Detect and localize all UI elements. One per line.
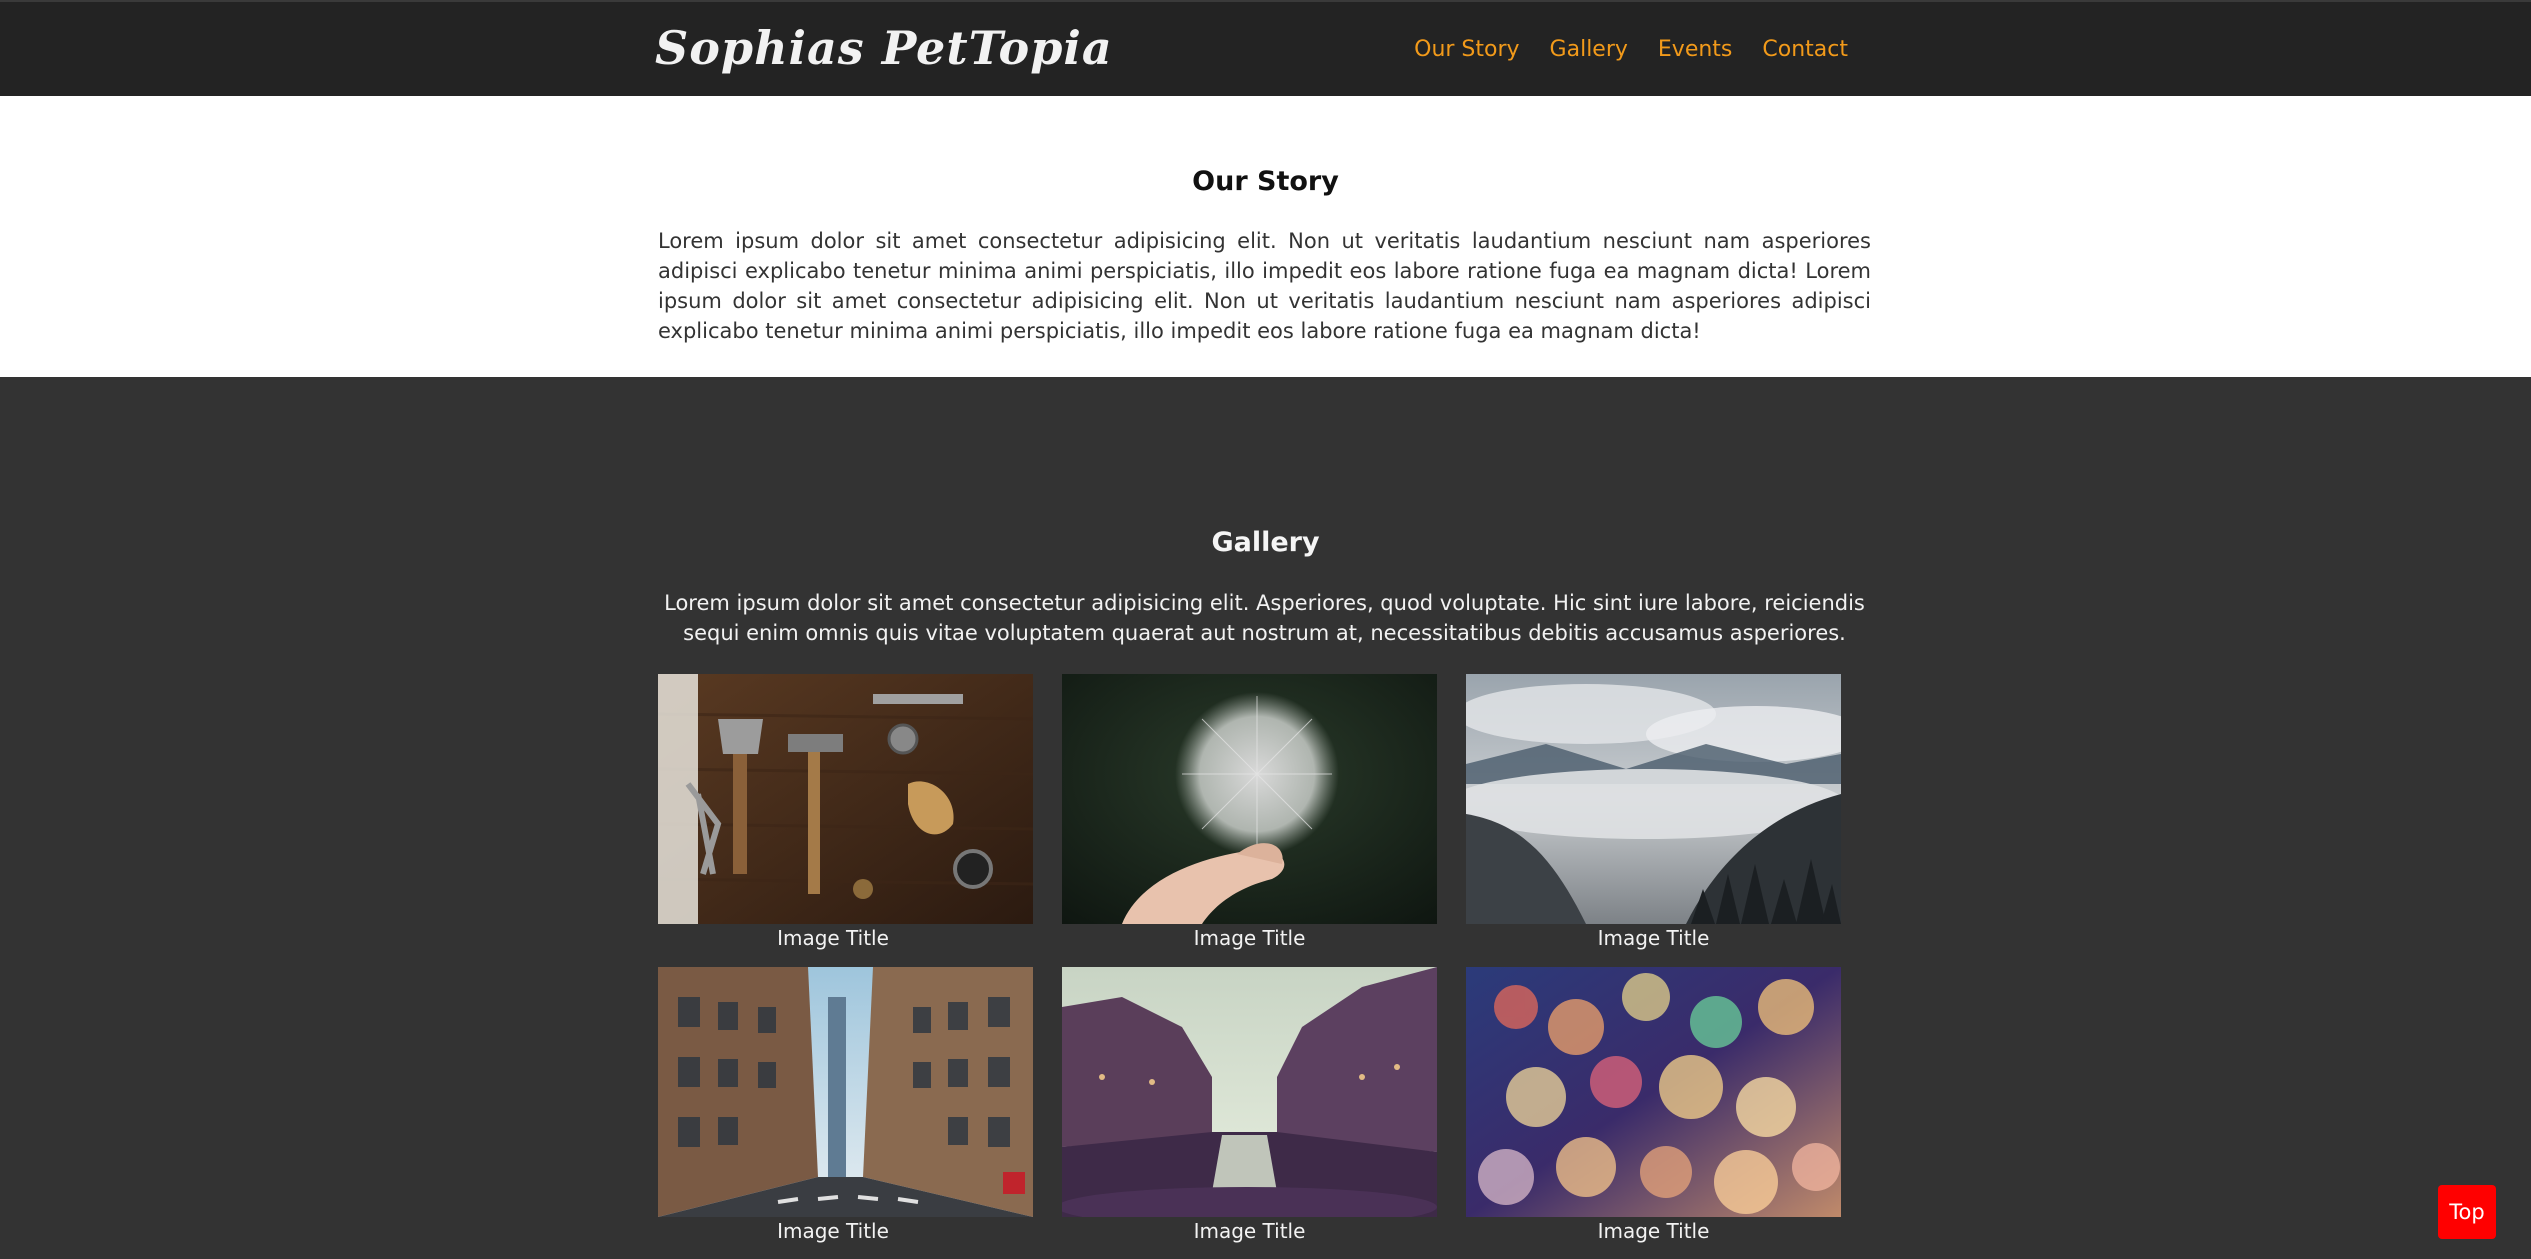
story-heading: Our Story (1192, 166, 1339, 197)
back-to-top-button[interactable]: Top (2438, 1185, 2496, 1239)
gallery-item-title: Image Title (1193, 926, 1306, 950)
gallery-item-title: Image Title (777, 926, 889, 950)
site-logo[interactable]: Sophias PetTopia (655, 20, 1113, 76)
story-paragraph: Lorem ipsum dolor sit amet consectetur a… (658, 229, 1871, 343)
nav-link-gallery[interactable]: Gallery (1550, 30, 1628, 70)
gallery-item-title: Image Title (1597, 1219, 1710, 1243)
main-nav: Our Story Gallery Events Contact (1414, 30, 1848, 70)
our-story-section: Our Story Lorem ipsum dolor sit amet con… (0, 96, 2531, 377)
gallery-item[interactable]: Image Title (1062, 674, 1437, 952)
gallery-item[interactable]: Image Title (658, 967, 1033, 1245)
gallery-image-canal[interactable] (1062, 967, 1437, 1217)
nav-link-contact[interactable]: Contact (1762, 30, 1848, 70)
gallery-image-tools[interactable] (658, 674, 1033, 924)
gallery-image-city-street[interactable] (658, 967, 1033, 1217)
gallery-image-bokeh[interactable] (1466, 967, 1841, 1217)
nav-link-our-story[interactable]: Our Story (1414, 30, 1519, 70)
gallery-item[interactable]: Image Title (1466, 967, 1841, 1245)
gallery-image-dandelion[interactable] (1062, 674, 1437, 924)
gallery-section: Gallery Lorem ipsum dolor sit amet conse… (0, 377, 2531, 1259)
gallery-item-title: Image Title (1193, 1219, 1306, 1243)
nav-link-events[interactable]: Events (1658, 30, 1733, 70)
gallery-heading: Gallery (1211, 527, 1320, 558)
gallery-item[interactable]: Image Title (1466, 674, 1841, 952)
gallery-item[interactable]: Image Title (658, 674, 1033, 952)
gallery-item[interactable]: Image Title (1062, 967, 1437, 1245)
gallery-intro: Lorem ipsum dolor sit amet consectetur a… (664, 591, 1865, 645)
gallery-image-mountains[interactable] (1466, 674, 1841, 924)
top-navbar: Sophias PetTopia Our Story Gallery Event… (0, 0, 2531, 96)
gallery-item-title: Image Title (777, 1219, 889, 1243)
gallery-item-title: Image Title (1597, 926, 1710, 950)
